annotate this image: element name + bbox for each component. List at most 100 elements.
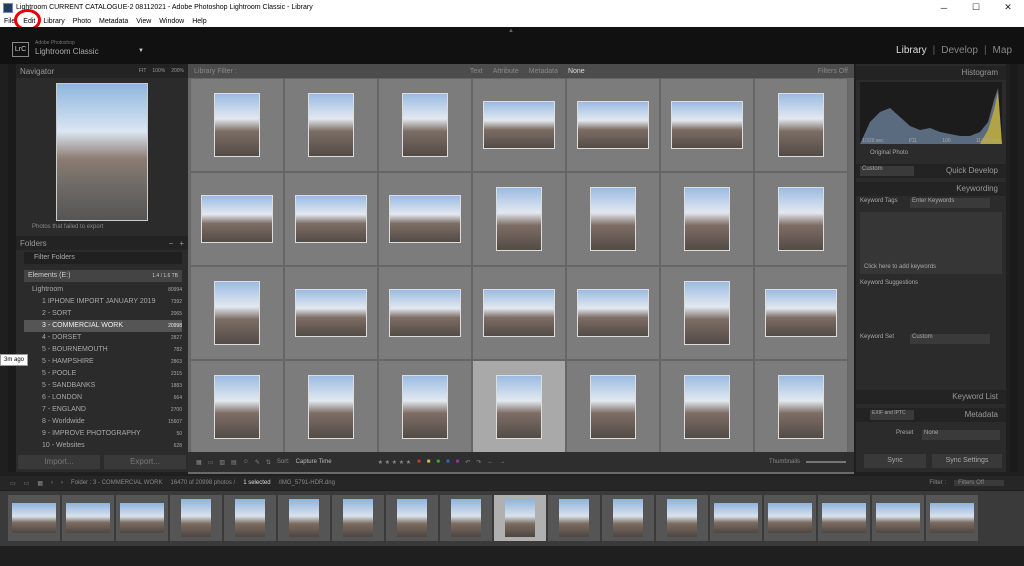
grid-icon[interactable]: ▦ [37, 480, 43, 487]
folder-item[interactable]: 10 - Websites 628 [24, 440, 182, 452]
grid-cell[interactable] [190, 172, 284, 266]
prev-icon[interactable]: ‹ [51, 480, 53, 486]
grid-cell[interactable] [472, 266, 566, 360]
zoom-200[interactable]: 200% [171, 68, 184, 74]
filter-metadata[interactable]: Metadata [529, 68, 558, 75]
maximize-button[interactable]: ☐ [960, 2, 992, 13]
navigator-header[interactable]: Navigator FIT 100% 200% [16, 64, 188, 78]
grid-cell[interactable] [566, 78, 660, 172]
label-red[interactable]: ■ [417, 459, 421, 465]
folder-item[interactable]: 5 - HAMPSHIRE 2863 [24, 356, 182, 368]
grid-cell[interactable] [378, 172, 472, 266]
label-green[interactable]: ■ [436, 459, 440, 465]
panel-1-icon[interactable]: ▭ [10, 480, 16, 487]
original-photo[interactable]: Original Photo [870, 150, 908, 156]
menu-metadata[interactable]: Metadata [95, 18, 132, 25]
grid-cell[interactable] [566, 360, 660, 454]
close-button[interactable]: ✕ [992, 2, 1024, 13]
spray-can-icon[interactable]: ✎ [255, 459, 260, 466]
grid-cell[interactable] [566, 266, 660, 360]
rating-stars[interactable]: ★ ★ ★ ★ ★ [378, 459, 412, 466]
folder-item[interactable]: 8 - Worldwide 15607 [24, 416, 182, 428]
folder-item[interactable]: 4 - DORSET 2827 [24, 332, 182, 344]
filmstrip-item[interactable] [440, 495, 492, 541]
keyword-suggestions-label[interactable]: Keyword Suggestions [860, 280, 918, 286]
loupe-view-icon[interactable]: ▭ [208, 459, 214, 466]
survey-view-icon[interactable]: ▤ [231, 459, 237, 466]
label-yellow[interactable]: ■ [427, 459, 431, 465]
folder-item[interactable]: 2 - SORT 2065 [24, 308, 182, 320]
grid-cell[interactable] [190, 266, 284, 360]
sort-select[interactable]: Capture Time [296, 459, 332, 465]
minus-icon[interactable]: − [169, 239, 174, 248]
grid-cell[interactable] [660, 172, 754, 266]
filmstrip-item[interactable] [8, 495, 60, 541]
preset-select[interactable]: None [922, 430, 1000, 440]
grid-cell[interactable] [472, 78, 566, 172]
rotate-right-icon[interactable]: ↷ [476, 459, 481, 466]
folder-item[interactable]: 5 - SANDBANKS 1883 [24, 380, 182, 392]
filmstrip-item[interactable] [710, 495, 762, 541]
metadata-view-select[interactable]: EXIF and IPTC [870, 410, 914, 420]
module-map[interactable]: Map [993, 45, 1012, 56]
folders-header[interactable]: Folders − + [16, 236, 188, 250]
folder-item[interactable]: 9 - IMPROVE PHOTOGRAPHY 50 [24, 428, 182, 440]
grid-cell[interactable] [472, 360, 566, 454]
grid-view-icon[interactable]: ▦ [196, 459, 202, 466]
file-name[interactable]: /IMG_5791-HDR.dng [279, 480, 335, 486]
histogram-header[interactable]: Histogram [856, 66, 1006, 80]
grid-cell[interactable] [660, 78, 754, 172]
grid-cell[interactable] [284, 172, 378, 266]
menu-view[interactable]: View [132, 18, 155, 25]
filmstrip-item[interactable] [386, 495, 438, 541]
folder-item[interactable]: 5 - POOLE 2315 [24, 368, 182, 380]
module-library[interactable]: Library [896, 45, 927, 56]
filmstrip-item[interactable] [278, 495, 330, 541]
filter-select[interactable]: Filters Off [954, 480, 1004, 486]
grid-cell[interactable] [284, 360, 378, 454]
grid-cell[interactable] [284, 78, 378, 172]
filmstrip-item[interactable] [548, 495, 600, 541]
menu-photo[interactable]: Photo [69, 18, 95, 25]
folder-item[interactable]: 3 - COMMERCIAL WORK 20998 [24, 320, 182, 332]
filter-none[interactable]: None [568, 68, 585, 75]
filmstrip-item[interactable] [602, 495, 654, 541]
collapse-top-icon[interactable]: ▲ [508, 28, 514, 34]
filmstrip-item[interactable] [170, 495, 222, 541]
chevron-down-icon[interactable]: ▼ [138, 48, 144, 54]
click-here-keywords[interactable]: Click here to add keywords [864, 264, 936, 270]
grid-cell[interactable] [190, 78, 284, 172]
filmstrip-item[interactable] [494, 495, 546, 541]
label-blue[interactable]: ■ [446, 459, 450, 465]
label-purple[interactable]: ■ [456, 459, 460, 465]
grid-cell[interactable] [378, 78, 472, 172]
keyword-set-select[interactable]: Custom [910, 334, 990, 344]
compare-view-icon[interactable]: ▥ [219, 459, 225, 466]
filmstrip-item[interactable] [818, 495, 870, 541]
filmstrip-item[interactable] [872, 495, 924, 541]
saved-preset-select[interactable]: Custom [860, 166, 914, 176]
grid-cell[interactable] [660, 266, 754, 360]
grid-cell[interactable] [660, 360, 754, 454]
filter-text[interactable]: Text [470, 68, 483, 75]
menu-help[interactable]: Help [188, 18, 210, 25]
folder-path[interactable]: Folder : 3 - COMMERCIAL WORK [71, 480, 162, 486]
grid-cell[interactable] [754, 172, 848, 266]
menu-window[interactable]: Window [155, 18, 188, 25]
filmstrip-item[interactable] [332, 495, 384, 541]
sync-metadata-button[interactable]: Sync [864, 454, 926, 468]
next-arrow-icon[interactable]: → [499, 459, 505, 465]
filters-off[interactable]: Filters Off [818, 68, 848, 75]
panel-2-icon[interactable]: ▭ [24, 480, 30, 487]
people-view-icon[interactable]: ☺ [243, 459, 249, 465]
folder-item[interactable]: 6 - LONDON 664 [24, 392, 182, 404]
folder-item[interactable]: 7 - ENGLAND 2700 [24, 404, 182, 416]
next-icon[interactable]: › [61, 480, 63, 486]
volume-row[interactable]: Elements (E:) 1.4 / 1.6 TB [24, 270, 182, 282]
filmstrip-item[interactable] [224, 495, 276, 541]
menu-library[interactable]: Library [39, 18, 68, 25]
sync-settings-button[interactable]: Sync Settings [932, 454, 1002, 468]
grid-cell[interactable] [190, 360, 284, 454]
thumbnail-slider[interactable] [806, 461, 846, 463]
plus-icon[interactable]: + [179, 239, 184, 248]
